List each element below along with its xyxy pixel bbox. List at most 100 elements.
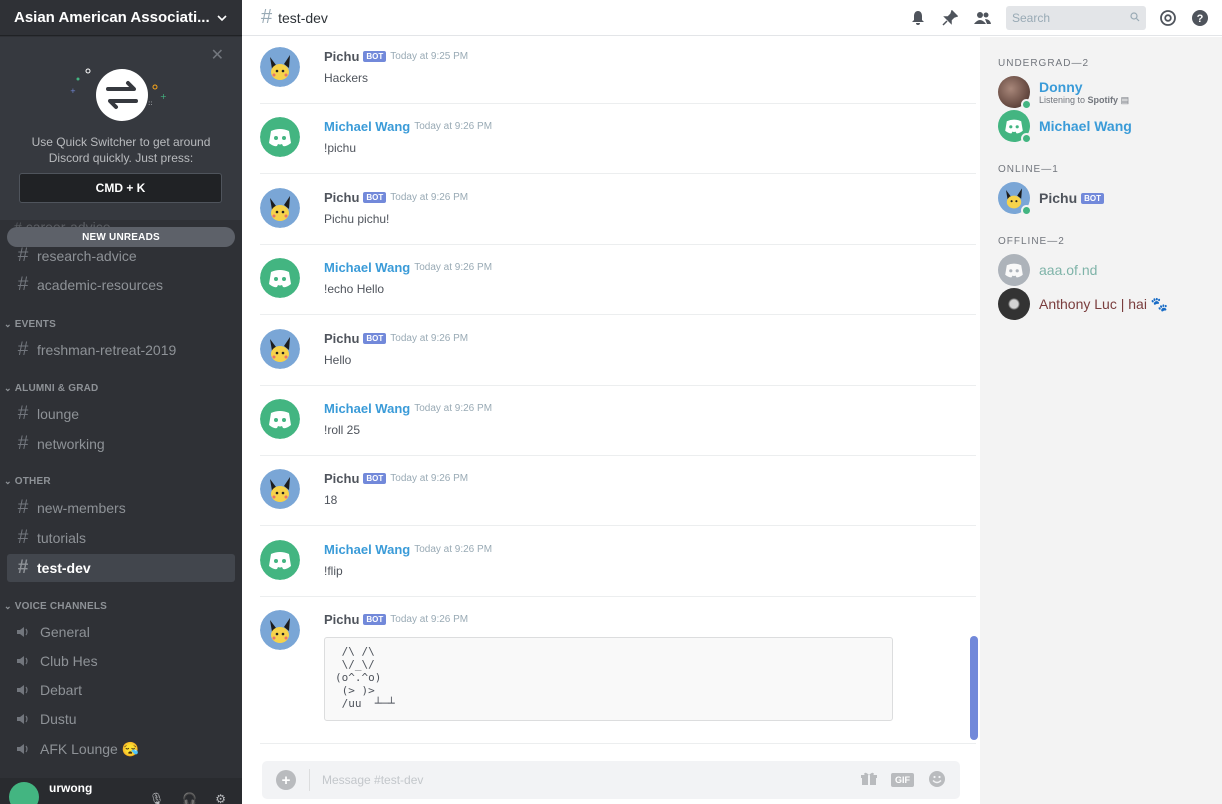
upload-plus-icon[interactable]: + [276, 770, 296, 790]
hash-icon: # [17, 274, 29, 295]
category-alumni-grad[interactable]: ⌄ ALUMNI & GRAD [4, 383, 98, 394]
hash-icon: # [17, 403, 29, 424]
search-input[interactable]: Search [1006, 6, 1146, 30]
close-icon[interactable]: ✕ [211, 45, 224, 65]
member-aaa-of-nd[interactable]: aaa.of.nd [998, 254, 1097, 286]
message-divider [260, 596, 976, 597]
online-status-icon [1021, 133, 1032, 144]
discord-default-avatar [998, 254, 1030, 286]
message-author[interactable]: Pichu [324, 49, 359, 64]
discord-default-avatar[interactable] [260, 399, 300, 439]
member-michael-wang[interactable]: Michael Wang [998, 110, 1132, 144]
member-anthony-luc[interactable]: Anthony Luc | hai 🐾 [998, 288, 1168, 320]
quick-switcher-description: Use Quick Switcher to get around Discord… [31, 135, 211, 165]
message-author[interactable]: Pichu [324, 190, 359, 205]
pichu-avatar[interactable] [260, 610, 300, 650]
members-icon[interactable] [972, 8, 992, 28]
voice-channel-dustu[interactable]: Dustu [7, 705, 235, 733]
message-author[interactable]: Michael Wang [324, 260, 410, 275]
message-divider [260, 244, 976, 245]
sidebar-item-research-advice[interactable]: # research-advice [7, 242, 235, 270]
help-icon[interactable]: ? [1190, 8, 1210, 28]
message-divider [260, 385, 976, 386]
member-donny[interactable]: Donny Listening to Spotify ▤ [998, 76, 1129, 110]
voice-channel-general[interactable]: General [7, 618, 235, 646]
pin-icon[interactable] [940, 8, 960, 28]
message-divider [260, 103, 976, 104]
avatar [998, 76, 1032, 110]
emoji-icon[interactable] [928, 770, 946, 791]
message-composer: + Message #test-dev GIF [262, 761, 960, 799]
server-name: Asian American Associati... [14, 9, 210, 26]
online-status-icon [1021, 99, 1032, 110]
voice-channel-club-hes[interactable]: Club Hes [7, 647, 235, 675]
category-other[interactable]: ⌄ OTHER [4, 476, 51, 487]
message-content: Pichu pichu! [324, 212, 390, 226]
sidebar-item-lounge[interactable]: # lounge [7, 400, 235, 428]
category-events[interactable]: ⌄ EVENTS [4, 319, 56, 330]
sidebar-item-new-members[interactable]: # new-members [7, 494, 235, 522]
svg-text:+: + [70, 87, 76, 95]
pichu-avatar[interactable] [260, 188, 300, 228]
category-voice-channels[interactable]: ⌄ VOICE CHANNELS [4, 601, 107, 612]
gear-icon[interactable]: ⚙ [215, 792, 226, 804]
headphones-icon[interactable]: 🎧 [182, 792, 197, 804]
server-header[interactable]: Asian American Associati... [0, 0, 242, 36]
message-input[interactable]: Message #test-dev [322, 773, 861, 787]
sidebar-item-freshman-retreat-2019[interactable]: # freshman-retreat-2019 [7, 336, 235, 364]
bot-badge: BOT [1081, 192, 1105, 204]
message-author[interactable]: Pichu [324, 612, 359, 627]
mention-icon[interactable] [1158, 8, 1178, 28]
voice-channel-afk-lounge[interactable]: AFK Lounge 😪 [7, 735, 235, 763]
bell-icon[interactable] [908, 8, 928, 28]
pichu-avatar[interactable] [260, 47, 300, 87]
chevron-down-icon [217, 14, 227, 21]
speaker-icon [16, 655, 32, 667]
message-timestamp: Today at 9:26 PM [390, 614, 469, 625]
gift-icon[interactable] [861, 772, 877, 789]
member-group-undergrad: UNDERGRAD—2 [998, 58, 1090, 69]
composer-divider [309, 769, 310, 791]
message-author[interactable]: Pichu [324, 331, 359, 346]
message-author[interactable]: Michael Wang [324, 542, 410, 557]
chevron-down-icon: ⌄ [4, 383, 12, 393]
sidebar-item-test-dev[interactable]: # test-dev [7, 554, 235, 582]
category-label: OTHER [14, 476, 51, 487]
message-content: !flip [324, 564, 343, 578]
speaker-icon [16, 684, 32, 696]
sidebar-item-tutorials[interactable]: # tutorials [7, 524, 235, 552]
quick-switcher-popout: ✕ + :: + Use Quick Switcher to get aroun… [0, 37, 242, 220]
microphone-icon[interactable]: 🎙 [149, 792, 164, 804]
avatar[interactable] [9, 782, 39, 804]
channel-label: lounge [37, 406, 80, 422]
channel-label: freshman-retreat-2019 [37, 342, 177, 358]
discord-default-avatar[interactable] [260, 258, 300, 298]
username: urwong [49, 781, 93, 795]
member-name: Anthony Luc | hai 🐾 [1039, 295, 1169, 312]
sidebar-item-academic-resources[interactable]: # academic-resources [7, 271, 235, 299]
scrollbar-thumb[interactable] [970, 636, 978, 740]
channel-label: academic-resources [37, 277, 164, 293]
search-placeholder: Search [1012, 11, 1051, 25]
discord-default-avatar[interactable] [260, 540, 300, 580]
channel-label: General [40, 624, 90, 640]
message-divider [260, 743, 976, 744]
channel-title: test-dev [278, 9, 328, 26]
sidebar-item-networking[interactable]: # networking [7, 430, 235, 458]
member-group-online: ONLINE—1 [998, 164, 1059, 175]
discord-default-avatar[interactable] [260, 117, 300, 157]
gif-button[interactable]: GIF [891, 773, 914, 787]
voice-channel-debart[interactable]: Debart [7, 676, 235, 704]
pichu-avatar[interactable] [260, 469, 300, 509]
category-label: ALUMNI & GRAD [14, 383, 99, 394]
message-timestamp: Today at 9:26 PM [414, 403, 493, 414]
message-author[interactable]: Michael Wang [324, 401, 410, 416]
member-pichu[interactable]: Pichu BOT [998, 182, 1105, 216]
pichu-avatar[interactable] [260, 329, 300, 369]
code-block: /\ /\ \/_\/ (o^.^o) (> )> /uu ┴─┴ [324, 637, 893, 721]
message-author[interactable]: Michael Wang [324, 119, 410, 134]
online-status-icon [1021, 205, 1032, 216]
bot-badge: BOT [363, 614, 387, 625]
channel-label: networking [37, 436, 105, 452]
message-author[interactable]: Pichu [324, 471, 359, 486]
